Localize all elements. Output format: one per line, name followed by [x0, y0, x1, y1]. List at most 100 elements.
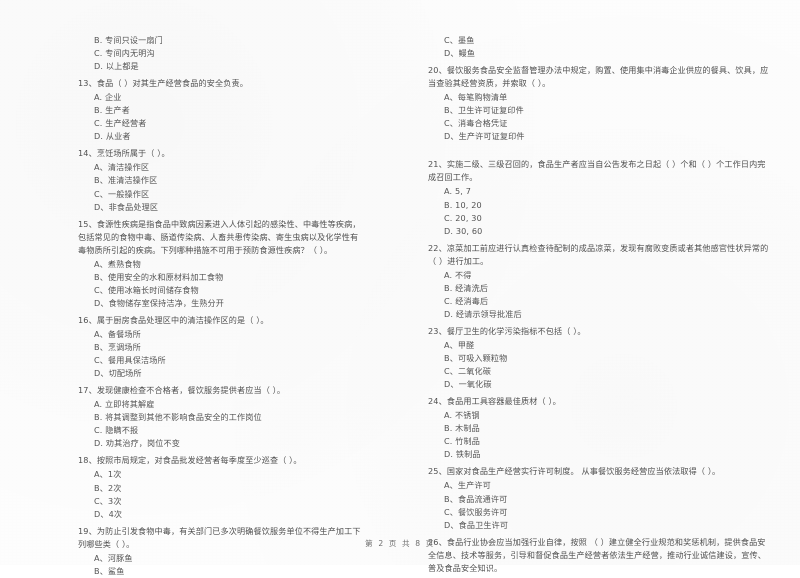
- option-item: A、煮熟食物: [94, 258, 141, 269]
- option-item: D、生产许可证复印件: [444, 131, 525, 142]
- option-item: D、食物储存室保持洁净，生熟分开: [94, 297, 225, 308]
- question-stem: 24、食品用工具容器最佳质材（ ）。: [428, 396, 561, 407]
- option-item: A、清洁操作区: [94, 162, 150, 173]
- question-stem: 23、餐厅卫生的化学污染指标不包括（ ）。: [428, 325, 586, 336]
- option-item: A. 立即将其解雇: [94, 399, 155, 410]
- option-item: A、1次: [94, 469, 122, 480]
- continued-options-left: B. 专间只设一扇门 C. 专间内无明沟 D. 以上都是: [78, 34, 364, 73]
- option-item: A、每笔购物清单: [444, 92, 508, 103]
- left-column: B. 专间只设一扇门 C. 专间内无明沟 D. 以上都是 13、食品（ ）对其生…: [0, 34, 400, 576]
- question-stem: 20、餐饮服务食品安全监督管理办法中规定，购置、使用集中消毒企业供应的餐具、饮具…: [428, 65, 769, 89]
- option-item: B、卫生许可证复印件: [444, 105, 524, 116]
- option-list: A. 企业 B. 生产者 C. 生产经营者 D. 从业者: [78, 91, 364, 143]
- option-list: A、煮熟食物 B、使用安全的水和原材料加工食物 C、使用冰箱长时间储存食物 D、…: [78, 258, 364, 310]
- option-item: A、甲醛: [444, 339, 475, 350]
- option-list: A、清洁操作区 B、准清洁操作区 C、一般操作区 D、非食品处理区: [78, 161, 364, 213]
- option-item: B、可吸入颗粒物: [444, 353, 508, 364]
- question-stem: 25、国家对食品生产经营实行许可制度。 从事餐饮服务经营应当依法取得（ ）。: [428, 466, 721, 477]
- option-item: B、食品流通许可: [444, 493, 508, 504]
- option-item: C. 生产经营者: [94, 118, 147, 129]
- continued-options-right: C、墨鱼 D、鳗鱼: [428, 34, 770, 60]
- option-list: A. 立即将其解雇 B. 将其调整到其他不影响食品安全的工作岗位 C. 隐瞒不报…: [78, 398, 364, 450]
- option-item: B、2次: [94, 482, 122, 493]
- option-item: D、非食品处理区: [94, 201, 159, 212]
- question-16: 16、属于厨房食品处理区中的清洁操作区的是（ ）。 A、备餐场所 B、烹调场所 …: [78, 314, 364, 380]
- option-item: C、餐饮服务许可: [444, 506, 508, 517]
- option-item: C. 竹制品: [444, 436, 480, 447]
- option-item: A、生产许可: [444, 480, 491, 491]
- question-20: 20、餐饮服务食品安全监督管理办法中规定，购置、使用集中消毒企业供应的餐具、饮具…: [428, 64, 770, 143]
- question-stem: 21、实施二级、三级召回的，食品生产者应当自公告发布之日起（ ）个和（ ）个工作…: [428, 159, 766, 183]
- option-item: A. 企业: [94, 92, 122, 103]
- option-item: C. 专间内无明沟: [94, 48, 155, 59]
- option-list: C、墨鱼 D、鳗鱼: [428, 34, 770, 60]
- option-item: D、切配场所: [94, 368, 142, 379]
- option-list: A、每笔购物清单 B、卫生许可证复印件 C、消毒合格凭证 D、生产许可证复印件: [428, 91, 770, 143]
- option-item: C. 隐瞒不报: [94, 425, 139, 436]
- option-item: B、鲨鱼: [94, 565, 125, 576]
- option-list: A、甲醛 B、可吸入颗粒物 C、二氧化碳 D、一氧化碳: [428, 339, 770, 391]
- option-item: A. 不得: [444, 269, 472, 280]
- option-item: D. 铁制品: [444, 449, 481, 460]
- question-18: 18、按照市局规定，对食品批发经营者每季度至少巡查（ ）。 A、1次 B、2次 …: [78, 454, 364, 520]
- document-page: B. 专间只设一扇门 C. 专间内无明沟 D. 以上都是 13、食品（ ）对其生…: [0, 0, 800, 576]
- option-item: D、食品卫生许可: [444, 519, 509, 530]
- question-22: 22、凉菜加工前应进行认真检查待配制的成品凉菜，发现有腐败变质或者其他感官性状异…: [428, 242, 770, 321]
- option-item: B. 经清洗后: [444, 282, 489, 293]
- page-footer: 第 2 页 共 8 页: [0, 538, 800, 549]
- option-item: C. 经消毒后: [444, 295, 489, 306]
- page-number-label: 第 2 页 共 8 页: [365, 539, 435, 548]
- option-item: A、备餐场所: [94, 328, 141, 339]
- option-item: B. 将其调整到其他不影响食品安全的工作岗位: [94, 412, 262, 423]
- option-item: D、鳗鱼: [444, 48, 476, 59]
- option-list: A、备餐场所 B、烹调场所 C、餐用具保洁场所 D、切配场所: [78, 328, 364, 380]
- option-item: C、餐用具保洁场所: [94, 355, 166, 366]
- option-list: A. 不锈钢 B. 木制品 C. 竹制品 D. 铁制品: [428, 409, 770, 461]
- option-item: C、3次: [94, 495, 122, 506]
- question-25: 25、国家对食品生产经营实行许可制度。 从事餐饮服务经营应当依法取得（ ）。 A…: [428, 465, 770, 531]
- option-item: B、使用安全的水和原材料加工食物: [94, 271, 224, 282]
- option-item: C. 20, 30: [444, 212, 482, 223]
- option-list: B. 专间只设一扇门 C. 专间内无明沟 D. 以上都是: [78, 34, 364, 73]
- option-item: D. 30, 60: [444, 225, 483, 236]
- question-21: 21、实施二级、三级召回的，食品生产者应当自公告发布之日起（ ）个和（ ）个工作…: [428, 158, 770, 237]
- question-stem: 18、按照市局规定，对食品批发经营者每季度至少巡查（ ）。: [78, 455, 302, 466]
- question-stem: 17、发现健康检查不合格者，餐饮服务提供者应当（ ）。: [78, 385, 286, 396]
- option-item: D、4次: [94, 508, 123, 519]
- option-item: B. 10, 20: [444, 199, 482, 210]
- option-list: A. 5, 7 B. 10, 20 C. 20, 30 D. 30, 60: [428, 185, 770, 237]
- option-item: D、一氧化碳: [444, 379, 492, 390]
- question-24: 24、食品用工具容器最佳质材（ ）。 A. 不锈钢 B. 木制品 C. 竹制品 …: [428, 395, 770, 461]
- option-item: B. 生产者: [94, 105, 130, 116]
- two-column-body: B. 专间只设一扇门 C. 专间内无明沟 D. 以上都是 13、食品（ ）对其生…: [0, 34, 800, 576]
- option-item: B. 木制品: [444, 423, 480, 434]
- right-column: C、墨鱼 D、鳗鱼 20、餐饮服务食品安全监督管理办法中规定，购置、使用集中消毒…: [400, 34, 800, 573]
- option-item: D. 从业者: [94, 131, 131, 142]
- option-item: B、烹调场所: [94, 342, 141, 353]
- option-item: A、河豚鱼: [94, 552, 133, 563]
- option-item: A. 5, 7: [444, 186, 472, 197]
- question-stem: 13、食品（ ）对其生产经营食品的安全负责。: [78, 78, 248, 89]
- option-list: A、生产许可 B、食品流通许可 C、餐饮服务许可 D、食品卫生许可: [428, 479, 770, 531]
- option-item: A. 不锈钢: [444, 410, 480, 421]
- option-item: C、二氧化碳: [444, 366, 492, 377]
- option-item: C、消毒合格凭证: [444, 118, 508, 129]
- option-item: D. 以上都是: [94, 61, 139, 72]
- option-item: B. 专间只设一扇门: [94, 35, 163, 45]
- question-19: 19、为防止引发食物中毒，有关部门已多次明确餐饮服务单位不得生产加工下列哪些类（…: [78, 525, 364, 578]
- option-item: C、使用冰箱长时间储存食物: [94, 284, 199, 295]
- question-stem: 22、凉菜加工前应进行认真检查待配制的成品凉菜，发现有腐败变质或者其他感官性状异…: [428, 242, 769, 266]
- option-item: C、一般操作区: [94, 188, 150, 199]
- question-stem: 14、烹饪场所属于（ ）。: [78, 148, 170, 159]
- question-15: 15、食源性疾病是指食品中致病因素进入人体引起的感染性、中毒性等疾病，包括常见的…: [78, 218, 364, 310]
- option-list: A、1次 B、2次 C、3次 D、4次: [78, 468, 364, 520]
- option-list: A. 不得 B. 经清洗后 C. 经消毒后 D. 经请示领导批准后: [428, 269, 770, 321]
- question-13: 13、食品（ ）对其生产经营食品的安全负责。 A. 企业 B. 生产者 C. 生…: [78, 77, 364, 143]
- question-stem: 16、属于厨房食品处理区中的清洁操作区的是（ ）。: [78, 314, 269, 325]
- option-item: D. 劝其治疗，岗位不变: [94, 438, 181, 449]
- question-17: 17、发现健康检查不合格者，餐饮服务提供者应当（ ）。 A. 立即将其解雇 B.…: [78, 384, 364, 450]
- question-14: 14、烹饪场所属于（ ）。 A、清洁操作区 B、准清洁操作区 C、一般操作区 D…: [78, 147, 364, 213]
- option-item: C、墨鱼: [444, 35, 475, 45]
- option-item: B、准清洁操作区: [94, 175, 158, 186]
